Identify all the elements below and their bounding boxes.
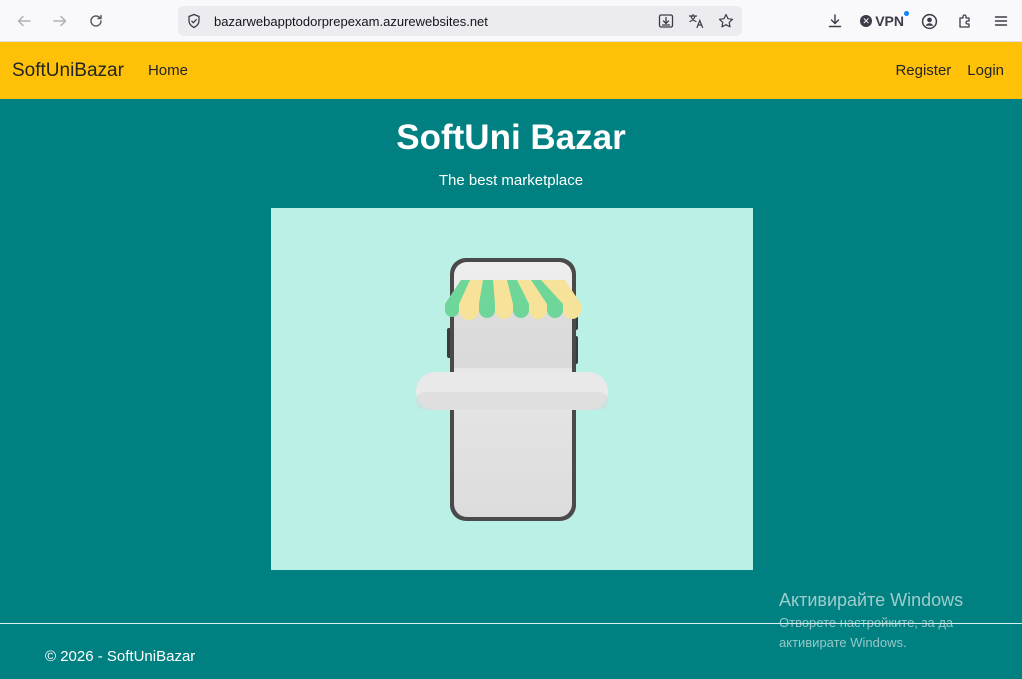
- site-navbar: SoftUniBazar Home Register Login: [0, 42, 1022, 99]
- shield-icon[interactable]: [186, 13, 202, 29]
- arrow-left-icon: [17, 15, 31, 27]
- reload-button[interactable]: [78, 0, 114, 42]
- back-button[interactable]: [6, 0, 42, 42]
- bookmark-star-icon[interactable]: [716, 11, 736, 31]
- nav-home-link[interactable]: Home: [148, 62, 188, 79]
- extensions-icon[interactable]: [954, 10, 976, 32]
- vpn-label: VPN: [875, 13, 904, 29]
- browser-toolbar: bazarwebapptodorprepexam.azurewebsites.n…: [0, 0, 1022, 42]
- account-icon[interactable]: [918, 10, 940, 32]
- nav-register-link[interactable]: Register: [895, 62, 951, 79]
- footer-copyright: © 2026 - SoftUniBazar: [45, 648, 196, 665]
- phone-storefront-illustration: [416, 258, 608, 521]
- reload-icon: [90, 14, 102, 27]
- windows-activation-line-1: Отворете настройките, за да: [779, 615, 954, 630]
- arrow-right-icon: [53, 15, 67, 27]
- page-subtitle: The best marketplace: [438, 172, 584, 189]
- brand-link[interactable]: SoftUniBazar: [12, 60, 124, 82]
- page-title: SoftUni Bazar: [396, 118, 626, 157]
- windows-activation-title: Активирайте Windows: [779, 590, 964, 610]
- windows-activation-line-2: активирате Windows.: [779, 635, 907, 650]
- address-bar[interactable]: bazarwebapptodorprepexam.azurewebsites.n…: [178, 6, 742, 36]
- downloads-icon[interactable]: [824, 10, 846, 32]
- translate-icon[interactable]: [686, 11, 706, 31]
- nav-login-link[interactable]: Login: [967, 62, 1004, 79]
- menu-icon[interactable]: [990, 10, 1012, 32]
- vpn-button[interactable]: ✕ VPN: [860, 11, 909, 29]
- vpn-notification-dot: [904, 11, 909, 16]
- hero-image: [271, 208, 753, 570]
- vpn-off-icon: ✕: [860, 15, 873, 27]
- forward-button[interactable]: [42, 0, 78, 42]
- save-page-icon[interactable]: [656, 11, 676, 31]
- url-text[interactable]: bazarwebapptodorprepexam.azurewebsites.n…: [214, 14, 488, 29]
